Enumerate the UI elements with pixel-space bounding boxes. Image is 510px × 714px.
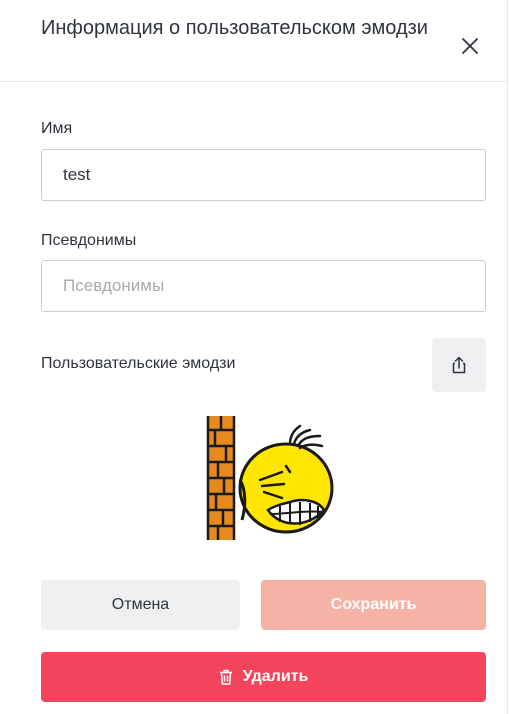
close-button[interactable] — [452, 30, 488, 62]
aliases-input[interactable] — [41, 260, 486, 312]
delete-label: Удалить — [242, 668, 309, 685]
aliases-label: Псевдонимы — [41, 232, 137, 249]
custom-emoji-info-panel: Информация о пользовательском эмодзи Имя… — [0, 0, 508, 714]
custom-emoji-label: Пользовательские эмодзи — [41, 355, 236, 372]
close-icon — [462, 38, 478, 54]
cancel-button[interactable]: Отмена — [41, 580, 240, 630]
panel-title: Информация о пользовательском эмодзи — [41, 17, 428, 39]
upload-button[interactable] — [432, 338, 486, 392]
trash-icon — [219, 669, 232, 685]
save-button[interactable]: Сохранить — [261, 580, 486, 630]
delete-button[interactable]: Удалить — [41, 652, 486, 702]
emoji-preview-image — [206, 416, 334, 540]
name-label: Имя — [41, 120, 73, 137]
upload-icon — [452, 356, 466, 374]
name-input[interactable] — [41, 149, 486, 201]
panel-header: Информация о пользовательском эмодзи — [0, 0, 508, 82]
